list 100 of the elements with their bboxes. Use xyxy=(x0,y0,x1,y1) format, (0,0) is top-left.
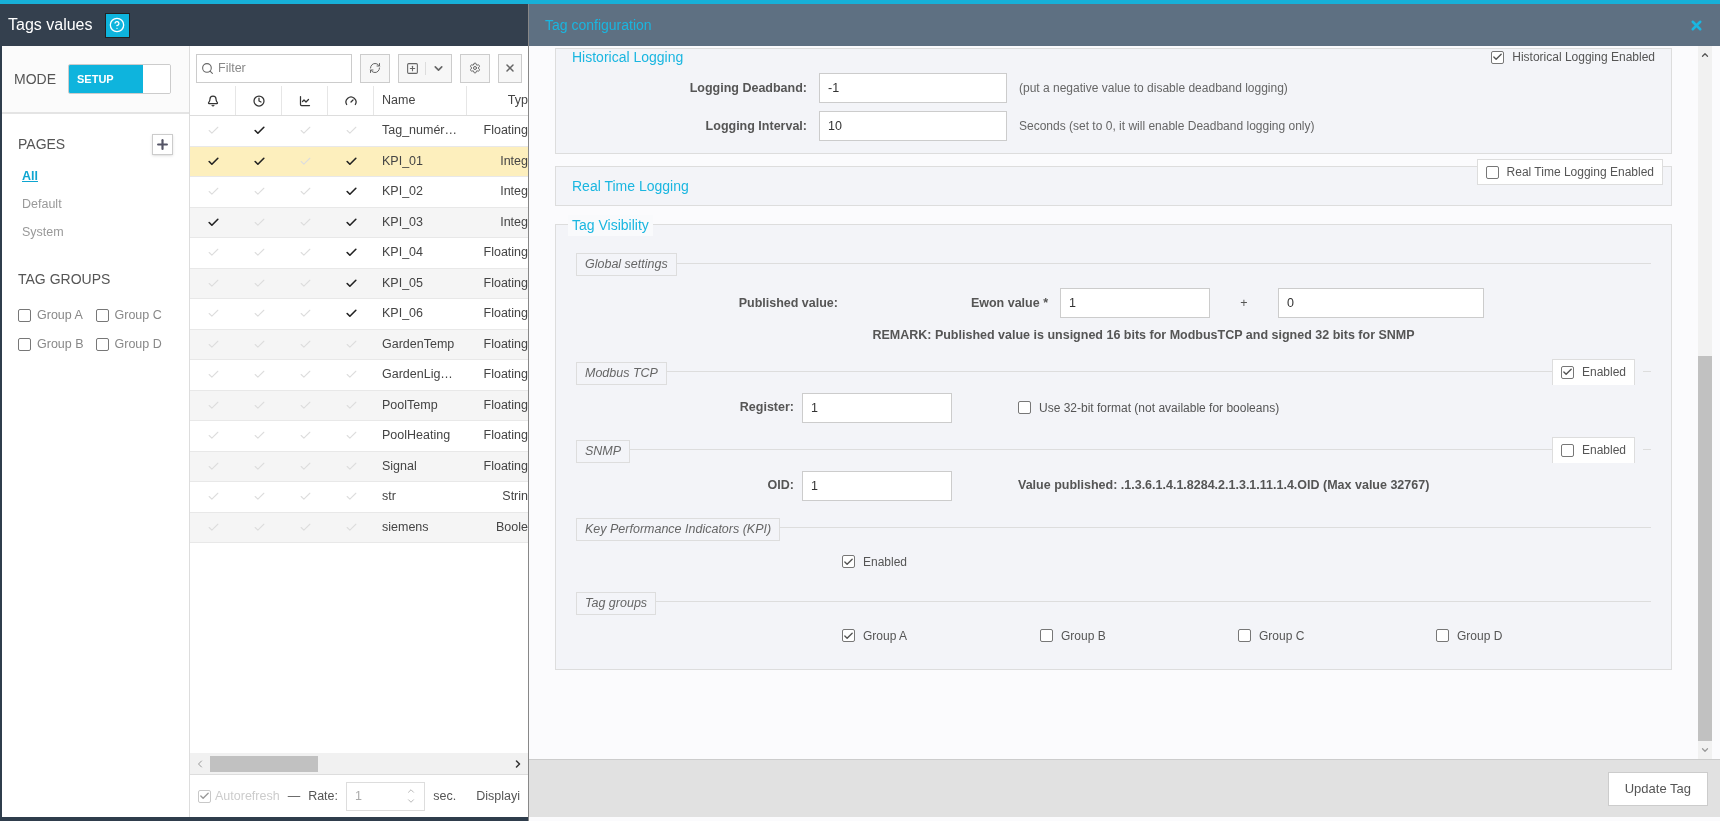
checkbox[interactable] xyxy=(95,309,109,323)
checkbox-label: Historical Logging Enabled xyxy=(1512,49,1655,66)
settings-button[interactable] xyxy=(460,53,490,83)
table-row[interactable]: KPI_03 Integ xyxy=(190,207,528,238)
checkbox-label: Group B xyxy=(1061,627,1106,645)
rate-label: Rate: xyxy=(308,787,338,805)
field-label: Logging Deadband: xyxy=(688,79,807,97)
table-row[interactable]: Signal Floating xyxy=(190,451,528,482)
field-label: Register: xyxy=(738,399,794,417)
tag-groups-heading: TAG GROUPS xyxy=(18,270,112,290)
table-cell-text: Integ xyxy=(499,152,528,170)
checkbox[interactable] xyxy=(1436,629,1449,643)
checkbox[interactable] xyxy=(1018,401,1031,415)
checkbox[interactable] xyxy=(1560,365,1574,379)
checkbox[interactable] xyxy=(1238,629,1251,643)
table-cell-text: Floating xyxy=(482,305,528,323)
checkbox-label: Enabled xyxy=(1581,442,1626,460)
table-row[interactable]: GardenTemp Floating xyxy=(190,329,528,360)
table-cell-text: Floating xyxy=(482,122,528,140)
checkbox[interactable] xyxy=(1491,50,1505,64)
input-field[interactable]: -1 xyxy=(819,73,1007,103)
delete-button[interactable] xyxy=(498,53,522,83)
table-cell-text: Floating xyxy=(482,274,528,292)
table-cell-text: KPI_02 xyxy=(381,183,424,201)
checkbox[interactable] xyxy=(1485,165,1499,179)
separator-text: — xyxy=(287,787,301,805)
plus-icon xyxy=(155,137,170,152)
table-cell-text: GardenLig… xyxy=(381,366,454,384)
scroll-down-icon[interactable] xyxy=(1700,745,1710,755)
table-row[interactable]: KPI_05 Floating xyxy=(190,268,528,299)
scroll-up-icon[interactable] xyxy=(1700,50,1710,60)
checkbox-label: Use 32-bit format (not available for booleans) xyxy=(1039,399,1280,417)
table-row[interactable]: siemens Boole xyxy=(190,512,528,543)
table-cell-text: str xyxy=(381,488,397,506)
plus-sign: + xyxy=(1239,294,1249,312)
close-icon xyxy=(504,62,516,74)
refresh-icon xyxy=(369,62,382,74)
section-title: Historical Logging xyxy=(572,50,684,64)
help-icon xyxy=(109,17,125,33)
input-field[interactable]: 1 xyxy=(1060,288,1210,318)
checkbox-label: Group D xyxy=(1457,627,1503,645)
table-row[interactable]: KPI_01 Integ xyxy=(190,146,528,177)
vertical-scrollbar[interactable] xyxy=(1698,46,1712,759)
checkbox[interactable] xyxy=(842,555,855,569)
table-cell-text: Strin xyxy=(501,488,528,506)
pages-heading: PAGES xyxy=(18,135,66,154)
field-label: Ewon value * xyxy=(969,294,1048,312)
table-cell-text: Floating xyxy=(482,457,528,475)
column-icon xyxy=(206,94,219,107)
mode-label: MODE xyxy=(14,69,56,89)
checkbox[interactable] xyxy=(95,337,109,351)
table-cell-text: Floating xyxy=(482,366,528,384)
table-cell-text: KPI_03 xyxy=(381,213,424,231)
field-hint: Seconds (set to 0, it will enable Deadband logging only) xyxy=(1019,118,1315,135)
checkbox-label: Group D xyxy=(114,336,162,353)
table-cell-text: PoolHeating xyxy=(381,427,452,445)
checkbox-label: Group A xyxy=(37,307,83,325)
table-cell-text: siemens xyxy=(381,518,430,536)
checkbox-label: Group B xyxy=(37,336,84,353)
checkbox[interactable] xyxy=(1560,443,1574,457)
input-field[interactable]: 10 xyxy=(819,111,1007,141)
refresh-button[interactable] xyxy=(360,53,391,83)
table-cell-text: KPI_05 xyxy=(381,274,424,292)
subsection-legend: SNMP xyxy=(576,440,631,463)
table-cell-text: Integ xyxy=(499,213,528,231)
subsection-legend: Key Performance Indicators (KPI) xyxy=(576,518,781,541)
table-row[interactable]: PoolTemp Floating xyxy=(190,390,528,421)
filter-field[interactable]: Filter xyxy=(196,53,353,83)
help-button[interactable] xyxy=(104,12,130,38)
subsection-legend: Global settings xyxy=(576,253,677,276)
checkbox-label: Group A xyxy=(863,627,908,645)
table-cell-text: Floating xyxy=(482,244,528,262)
add-tag-button[interactable] xyxy=(398,53,453,83)
input-field[interactable]: 1 xyxy=(802,392,952,423)
table-cell-text: Floating xyxy=(482,427,528,445)
column-header[interactable]: Typ xyxy=(467,86,528,115)
field-hint: (put a negative value to disable deadband logging) xyxy=(1019,80,1288,97)
checkbox[interactable] xyxy=(18,337,31,351)
table-cell-text: Tag_numér… xyxy=(381,122,459,140)
checkbox-label: Group C xyxy=(1259,627,1305,645)
checkbox-label: Enabled xyxy=(863,553,908,571)
display-text: Displayi xyxy=(476,787,520,805)
column-icon xyxy=(252,94,265,107)
subsection-legend: Tag groups xyxy=(576,592,657,615)
add-page-button[interactable] xyxy=(152,134,173,155)
update-tag-button[interactable]: Update Tag xyxy=(1607,771,1708,806)
input-field[interactable]: 1 xyxy=(802,470,952,501)
app-title: Tags values xyxy=(8,15,93,35)
checkbox[interactable] xyxy=(18,309,31,323)
checkbox[interactable] xyxy=(842,629,855,643)
input-field[interactable]: 0 xyxy=(1278,288,1484,318)
column-header[interactable]: Name xyxy=(374,86,467,115)
checkbox[interactable] xyxy=(1040,629,1053,643)
table-cell-text: Signal xyxy=(381,457,418,475)
column-icon xyxy=(344,94,357,107)
table-cell-text: Boole xyxy=(495,518,528,536)
table-cell-text: KPI_04 xyxy=(381,244,424,262)
add-icon xyxy=(405,61,419,75)
horizontal-scrollbar[interactable] xyxy=(190,753,528,775)
snmp-info: Value published: .1.3.6.1.4.1.8284.2.1.3.1.11.1.4.OID (Max value 32767) xyxy=(1018,477,1430,495)
